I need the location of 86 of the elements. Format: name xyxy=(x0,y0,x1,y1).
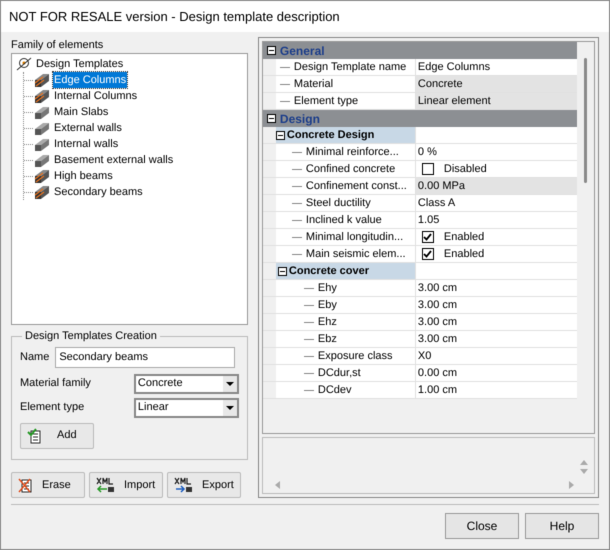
tree-item[interactable]: High beams xyxy=(53,168,114,184)
checkbox[interactable] xyxy=(422,248,434,260)
property-name: Confined concrete xyxy=(306,162,396,177)
tree-item[interactable]: Secondary beams xyxy=(53,184,144,200)
action-button[interactable]: Export xyxy=(167,472,241,498)
property-name: Design Template name xyxy=(294,60,406,75)
field-label: Element type xyxy=(20,400,84,416)
property-value[interactable]: 0 % xyxy=(414,144,577,160)
property-name: Confinement const... xyxy=(306,178,407,194)
beam-icon xyxy=(33,72,51,88)
dialog-button[interactable]: Help xyxy=(525,513,599,539)
tree-root[interactable]: Design Templates xyxy=(36,56,124,72)
group-title: Design Templates Creation xyxy=(24,329,158,344)
tree-item[interactable]: Internal walls xyxy=(53,136,120,152)
property-name: DCdev xyxy=(318,382,352,398)
property-value[interactable]: 1.05 xyxy=(414,212,577,228)
field-label: Material family xyxy=(20,376,91,392)
tree-item[interactable]: Main Slabs xyxy=(53,104,110,120)
tree-item[interactable]: Basement external walls xyxy=(53,152,174,168)
xml-import-icon xyxy=(96,477,116,493)
beam-icon xyxy=(33,168,51,184)
property-value: Enabled xyxy=(444,246,484,262)
section-title: General xyxy=(280,42,325,60)
property-name: Minimal reinforce... xyxy=(306,144,399,160)
checkbox[interactable] xyxy=(422,231,434,243)
tree-item[interactable]: External walls xyxy=(53,120,123,136)
property-name: Minimal longitudin... xyxy=(306,230,404,245)
section-title: Design xyxy=(280,110,320,128)
slab-icon xyxy=(33,104,51,120)
slab-icon xyxy=(33,136,51,152)
collapse-icon[interactable] xyxy=(266,114,276,123)
property-value[interactable]: Class A xyxy=(414,195,577,211)
property-value[interactable]: 1.00 cm xyxy=(414,382,577,398)
action-button[interactable]: Import xyxy=(89,472,163,498)
tree-item[interactable]: Internal Columns xyxy=(53,88,138,104)
name-field[interactable]: Secondary beams xyxy=(55,346,236,368)
category-header[interactable]: Concrete cover xyxy=(276,263,415,279)
category-title: Concrete Design xyxy=(286,128,374,143)
collapse-icon[interactable] xyxy=(278,266,287,276)
collapse-icon[interactable] xyxy=(266,46,276,55)
property-name: Material xyxy=(294,76,334,92)
action-button[interactable]: Erase xyxy=(11,472,85,498)
add-button[interactable]: Add xyxy=(20,422,94,448)
title-bar: NOT FOR RESALE version - Design template description xyxy=(1,1,609,32)
property-value[interactable]: 3.00 cm xyxy=(414,314,577,330)
checklist-icon xyxy=(27,428,43,444)
property-value[interactable]: Linear element xyxy=(414,93,577,109)
category-title: Concrete cover xyxy=(288,264,370,279)
property-name: Ebz xyxy=(318,332,337,347)
scroll-arrows-icon xyxy=(580,458,588,476)
property-value[interactable]: 0.00 cm xyxy=(414,365,577,381)
property-name: Ehz xyxy=(318,314,337,330)
xml-export-icon xyxy=(174,477,194,493)
property-value[interactable]: 3.00 cm xyxy=(414,297,577,313)
checkbox[interactable] xyxy=(422,163,434,175)
property-name: Main seismic elem... xyxy=(306,246,406,262)
property-value[interactable]: X0 xyxy=(414,348,577,364)
property-value[interactable]: 3.00 cm xyxy=(414,280,577,296)
property-name: Eby xyxy=(318,298,337,313)
root-node-icon xyxy=(16,57,32,71)
tree-item[interactable]: Edge Columns xyxy=(53,72,128,88)
property-name: Ehy xyxy=(318,280,337,296)
crossed-list-icon xyxy=(18,477,34,493)
category-header[interactable]: Concrete Design xyxy=(276,127,415,143)
field-label: Name xyxy=(20,350,50,365)
property-value: Disabled xyxy=(444,162,487,177)
property-name: Element type xyxy=(294,94,358,109)
property-name: Exposure class xyxy=(318,348,393,364)
property-value[interactable]: 0.00 MPa xyxy=(414,178,577,194)
beam-icon xyxy=(33,88,51,104)
property-value[interactable]: Edge Columns xyxy=(414,59,577,75)
property-name: Inclined k value xyxy=(306,212,382,228)
beam-icon xyxy=(33,184,51,200)
property-value[interactable]: Concrete xyxy=(414,76,577,92)
property-value: Enabled xyxy=(444,230,484,245)
type-dropdown[interactable]: Linear xyxy=(134,398,239,418)
scroll-right-icon xyxy=(569,481,574,489)
property-name: DCdur,st xyxy=(318,366,361,381)
property-value[interactable]: 3.00 cm xyxy=(414,331,577,347)
property-name: Steel ductility xyxy=(306,196,371,211)
scroll-left-icon xyxy=(274,481,280,489)
panel-label: Family of elements xyxy=(11,38,104,53)
slab-icon xyxy=(33,152,51,168)
slab-icon xyxy=(33,120,51,136)
material-dropdown[interactable]: Concrete xyxy=(134,374,239,394)
dialog-button[interactable]: Close xyxy=(445,513,519,539)
